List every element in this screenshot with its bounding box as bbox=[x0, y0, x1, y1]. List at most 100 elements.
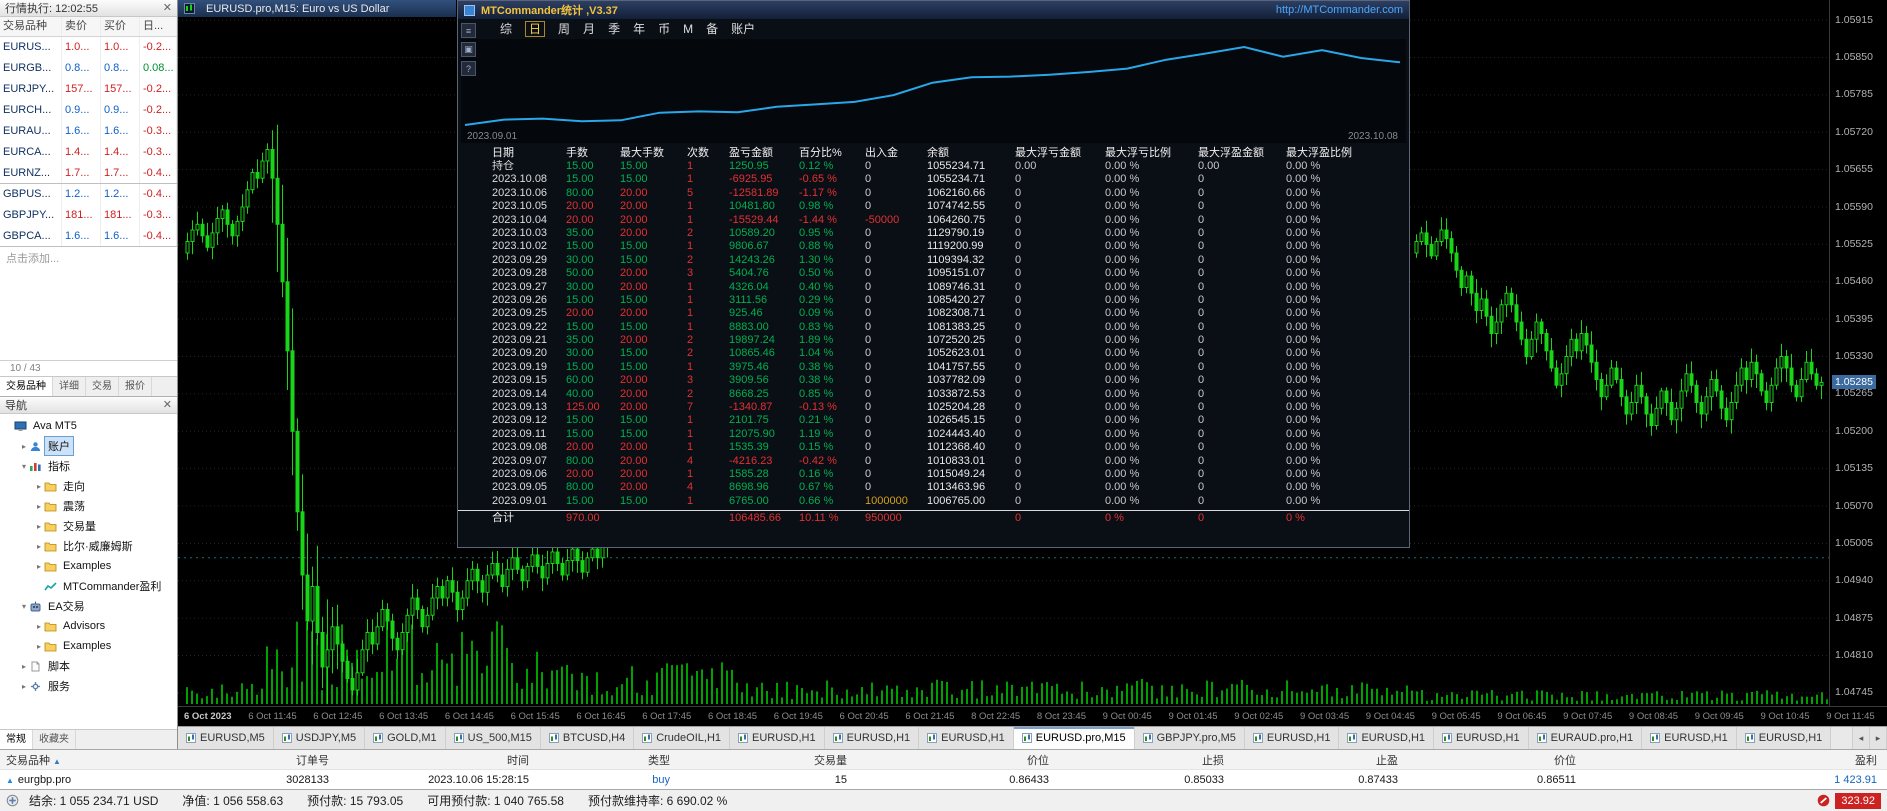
toolbox-column-header[interactable]: 类型 bbox=[539, 752, 680, 768]
market-watch-row[interactable]: EURCH... 0.9... 0.9... -0.2... bbox=[0, 100, 177, 121]
navigator-item-mtcommander-indicator[interactable]: MTCommander盈利 bbox=[0, 576, 177, 596]
navigator-item-accounts[interactable]: ▸ 账户 bbox=[0, 436, 177, 456]
stats-menu-item[interactable]: 账户 bbox=[731, 21, 755, 37]
market-watch-column-header[interactable]: 日... bbox=[140, 17, 177, 36]
toolbox-column-header[interactable]: 价位 bbox=[857, 752, 1059, 768]
navigator-item-advisors[interactable]: ▸ Advisors bbox=[0, 616, 177, 636]
tree-caret-icon[interactable]: ▸ bbox=[34, 502, 44, 511]
tree-caret-icon[interactable]: ▾ bbox=[19, 602, 29, 611]
market-watch-row[interactable]: EURAU... 1.6... 1.6... -0.3... bbox=[0, 121, 177, 142]
market-watch-row[interactable]: EURGB... 0.8... 0.8... 0.08... bbox=[0, 58, 177, 79]
navigator-item-examples[interactable]: ▸ Examples bbox=[0, 556, 177, 576]
chart-tab[interactable]: CrudeOIL,H1 bbox=[634, 727, 731, 749]
chart-tab[interactable]: EURUSD,H1 bbox=[1339, 727, 1435, 749]
navigator-titlebar[interactable]: 导航 ✕ bbox=[0, 397, 177, 414]
stats-menu-item[interactable]: 币 bbox=[658, 21, 670, 37]
mtcommander-link[interactable]: http://MTCommander.com bbox=[1276, 4, 1403, 16]
navigator-item-bill-williams[interactable]: ▸ 比尔·威廉姆斯 bbox=[0, 536, 177, 556]
chart-tab[interactable]: EURUSD,H1 bbox=[1736, 727, 1832, 749]
navigator-item-trend[interactable]: ▸ 走向 bbox=[0, 476, 177, 496]
market-watch-titlebar[interactable]: 行情执行: 12:02:55 ✕ bbox=[0, 0, 177, 17]
market-watch-row[interactable]: EURCA... 1.4... 1.4... -0.3... bbox=[0, 142, 177, 163]
stats-menu-item[interactable]: 备 bbox=[706, 21, 718, 37]
stats-menu-item[interactable]: 季 bbox=[608, 21, 620, 37]
market-watch-tab-1[interactable]: 交易品种 bbox=[0, 377, 53, 396]
toolbox-column-header[interactable]: 止损 bbox=[1059, 752, 1234, 768]
toolbox-column-header[interactable]: 交易品种 ▲ bbox=[0, 752, 200, 768]
tree-caret-icon[interactable]: ▸ bbox=[19, 682, 29, 691]
chart-tab[interactable]: EURUSD,H1 bbox=[824, 727, 920, 749]
tab-scroll-left-icon[interactable]: ◂ bbox=[1853, 727, 1870, 749]
chart-tab[interactable]: EURUSD,H1 bbox=[1244, 727, 1340, 749]
market-watch-row[interactable]: GBPJPY... 181... 181... -0.3... bbox=[0, 205, 177, 226]
market-watch-row[interactable]: EURJPY... 157... 157... -0.2... bbox=[0, 79, 177, 100]
navigator-tab-2[interactable]: 收藏夹 bbox=[33, 730, 76, 749]
chart-tab[interactable]: US_500,M15 bbox=[445, 727, 541, 749]
toolbox-column-header[interactable]: 交易量 bbox=[680, 752, 857, 768]
tree-caret-icon[interactable]: ▸ bbox=[34, 562, 44, 571]
tree-caret-icon[interactable]: ▸ bbox=[19, 442, 29, 451]
market-watch-tab-3[interactable]: 交易 bbox=[86, 377, 119, 396]
chart-tab[interactable]: EURAUD.pro,H1 bbox=[1528, 727, 1643, 749]
tree-caret-icon[interactable]: ▸ bbox=[19, 662, 29, 671]
navigator-tab-1[interactable]: 常规 bbox=[0, 730, 33, 749]
navigator-item-examples-ea[interactable]: ▸ Examples bbox=[0, 636, 177, 656]
chart-tab[interactable]: EURUSD,H1 bbox=[919, 727, 1014, 749]
chart-tab[interactable]: EURUSD,H1 bbox=[730, 727, 825, 749]
stats-menu-item[interactable]: 综 bbox=[500, 21, 512, 37]
chart-tab[interactable]: EURUSD,H1 bbox=[1434, 727, 1529, 749]
tree-caret-icon[interactable]: ▸ bbox=[34, 622, 44, 631]
market-watch-column-header[interactable]: 买价 bbox=[101, 17, 140, 36]
chart-tab[interactable]: GOLD,M1 bbox=[365, 727, 446, 749]
time-axis[interactable]: 6 Oct 2023 6 Oct 11:45 6 Oct 12:45 6 Oct 13… bbox=[178, 706, 1887, 726]
tree-caret-icon[interactable]: ▸ bbox=[34, 482, 44, 491]
stats-menu-item[interactable]: 月 bbox=[583, 21, 595, 37]
chart-tab[interactable]: USDJPY,M5 bbox=[273, 727, 366, 749]
market-watch-row[interactable]: EURUS... 1.0... 1.0... -0.2... bbox=[0, 37, 177, 58]
toolbox-column-header[interactable]: 订单号 bbox=[200, 752, 339, 768]
toolbox-column-header[interactable]: 价位 bbox=[1408, 752, 1586, 768]
tab-scroll-right-icon[interactable]: ▸ bbox=[1870, 727, 1887, 749]
toolbox-column-header[interactable]: 时间 bbox=[339, 752, 539, 768]
chart-tab[interactable]: EURUSD,M5 bbox=[178, 727, 274, 749]
stats-menu-item[interactable]: 年 bbox=[633, 21, 645, 37]
chart-tab[interactable]: BTCUSD,H4 bbox=[540, 727, 635, 749]
market-watch-column-header[interactable]: 交易品种 bbox=[0, 17, 62, 36]
toolbox-column-header[interactable]: 止盈 bbox=[1234, 752, 1408, 768]
market-watch-tab-4[interactable]: 报价 bbox=[119, 377, 152, 396]
position-row[interactable]: ▲ eurgbp.pro 3028133 2023.10.06 15:28:15 buy… bbox=[0, 769, 1887, 789]
help-icon[interactable]: ? bbox=[461, 61, 476, 76]
navigator-item-services[interactable]: ▸ 服务 bbox=[0, 676, 177, 696]
chart-tab[interactable]: EURUSD.pro,M15 bbox=[1013, 727, 1135, 749]
navigator-item-indicators[interactable]: ▾ 指标 bbox=[0, 456, 177, 476]
market-watch-add-row[interactable]: 点击添加... bbox=[0, 247, 177, 269]
chart-titlebar[interactable]: EURUSD.pro,M15: Euro vs US Dollar bbox=[178, 0, 456, 17]
navigator-item-ava-mt5[interactable]: Ava MT5 bbox=[0, 416, 177, 436]
chart-tab[interactable]: EURUSD,H1 bbox=[1642, 727, 1737, 749]
tree-caret-icon[interactable]: ▸ bbox=[34, 542, 44, 551]
close-icon[interactable]: ✕ bbox=[163, 399, 172, 411]
stats-menu-item[interactable]: 周 bbox=[558, 21, 570, 37]
tree-caret-icon[interactable]: ▾ bbox=[19, 462, 29, 471]
tree-caret-icon[interactable]: ▸ bbox=[34, 522, 44, 531]
market-watch-column-header[interactable]: 卖价 bbox=[62, 17, 101, 36]
navigator-item-scripts[interactable]: ▸ 脚本 bbox=[0, 656, 177, 676]
tree-caret-icon[interactable]: ▸ bbox=[34, 642, 44, 651]
market-watch-row[interactable]: GBPUS... 1.2... 1.2... -0.4... bbox=[0, 184, 177, 205]
stats-menu-item[interactable]: M bbox=[683, 21, 693, 37]
navigator-item-expert-advisors[interactable]: ▾ EA交易 bbox=[0, 596, 177, 616]
menu-icon[interactable]: ≡ bbox=[461, 23, 476, 38]
navigator-item-volumes[interactable]: ▸ 交易量 bbox=[0, 516, 177, 536]
stats-window-titlebar[interactable]: MTCommander统计 ,V3.37 http://MTCommander.… bbox=[458, 1, 1409, 19]
market-watch-row[interactable]: GBPCA... 1.6... 1.6... -0.4... bbox=[0, 226, 177, 247]
chart-tab[interactable]: GBPJPY.pro,M5 bbox=[1134, 727, 1245, 749]
market-watch-row[interactable]: EURNZ... 1.7... 1.7... -0.4... bbox=[0, 163, 177, 184]
price-scale[interactable]: 1.05285 1.05915 1.05850 1.05785 1.05720 1.05… bbox=[1829, 0, 1887, 706]
navigator-item-oscillators[interactable]: ▸ 震荡 bbox=[0, 496, 177, 516]
market-watch-tab-2[interactable]: 详细 bbox=[53, 377, 86, 396]
close-icon[interactable]: ✕ bbox=[163, 2, 172, 14]
stats-menu-item[interactable]: 日 bbox=[525, 21, 546, 37]
connection-status[interactable]: 323.92 bbox=[1817, 792, 1881, 809]
panel-icon[interactable]: ▣ bbox=[461, 42, 476, 57]
toolbox-column-header[interactable]: 盈利 bbox=[1586, 752, 1887, 768]
